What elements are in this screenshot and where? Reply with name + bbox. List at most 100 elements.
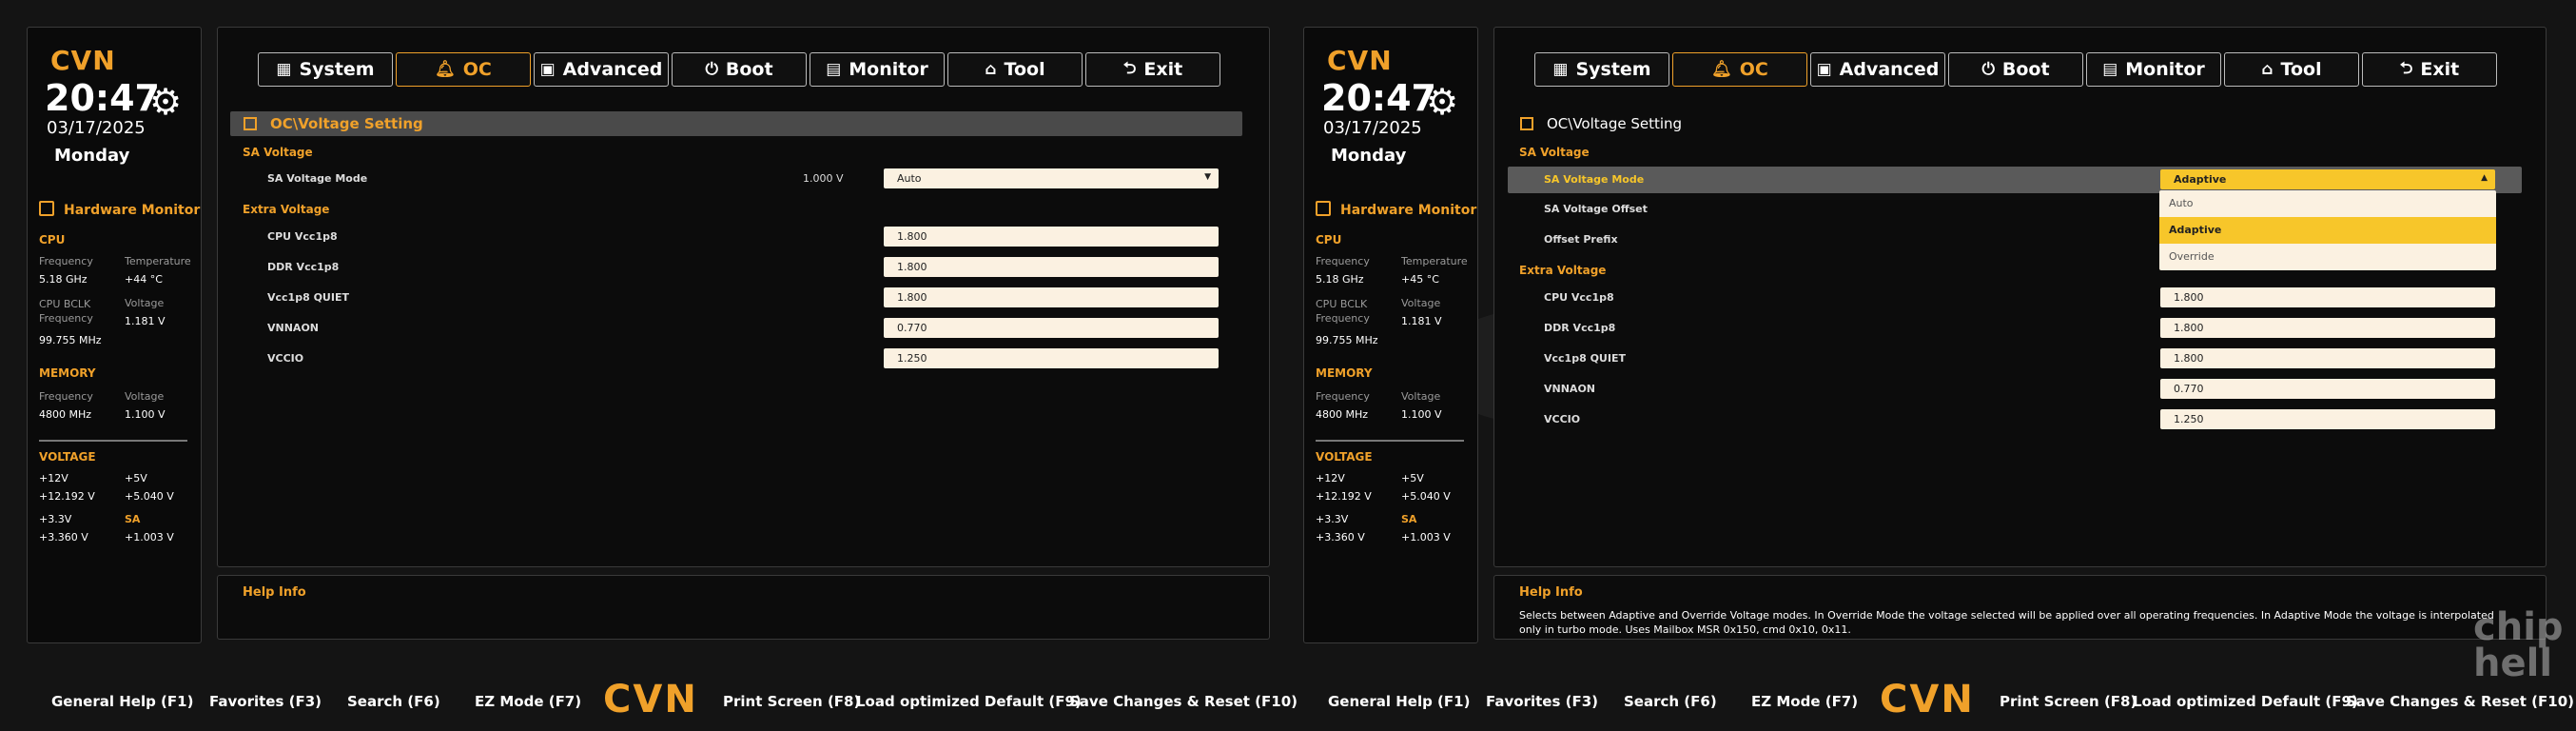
print-screen-button[interactable]: Print Screen (F8) bbox=[723, 693, 860, 710]
sa-value: +1.003 V bbox=[1401, 531, 1451, 543]
sa-voltage-group: SA Voltage bbox=[243, 146, 313, 159]
vnnaon-label: VNNAON bbox=[267, 322, 319, 334]
dropdown-option-override[interactable]: Override bbox=[2159, 244, 2496, 270]
clock-date: 03/17/2025 bbox=[1323, 118, 1422, 138]
v33-value: +3.360 V bbox=[39, 531, 88, 543]
cpu-vcc1p8-label: CPU Vcc1p8 bbox=[267, 230, 338, 243]
vccio-row[interactable]: VCCIO 1.250 bbox=[218, 348, 1264, 369]
vcc1p8-quiet-row[interactable]: Vcc1p8 QUIET 1.800 bbox=[1494, 348, 2541, 369]
folder-icon bbox=[244, 117, 257, 130]
vnnaon-row[interactable]: VNNAON 0.770 bbox=[1494, 379, 2541, 400]
tab-monitor[interactable]: ▤ Monitor bbox=[2086, 52, 2221, 87]
help-info-title: Help Info bbox=[243, 585, 306, 600]
gear-icon[interactable]: ⚙ bbox=[149, 81, 182, 123]
grid-icon: ▦ bbox=[276, 60, 292, 79]
monitor-icon bbox=[1316, 201, 1331, 216]
tab-oc[interactable]: 🔔︎ OC bbox=[1672, 52, 1807, 87]
sa-voltage-mode-select[interactable]: Auto ▼ bbox=[884, 168, 1219, 188]
vccio-label: VCCIO bbox=[267, 352, 304, 365]
ddr-vcc1p8-row[interactable]: DDR Vcc1p8 1.800 bbox=[218, 257, 1264, 278]
v12-label: +12V bbox=[39, 472, 68, 484]
ddr-vcc1p8-label: DDR Vcc1p8 bbox=[1544, 322, 1616, 334]
cpu-voltage-label: Voltage bbox=[1401, 297, 1441, 309]
vnnaon-field[interactable]: 0.770 bbox=[884, 318, 1219, 338]
sidebar: CVN 20:47 ⚙ 03/17/2025 Monday Hardware M… bbox=[27, 27, 202, 643]
save-reset-button[interactable]: Save Changes & Reset (F10) bbox=[2346, 693, 2574, 710]
ez-mode-button[interactable]: EZ Mode (F7) bbox=[475, 693, 581, 710]
help-info-text: Selects between Adaptive and Override Vo… bbox=[1519, 609, 2494, 636]
vcc1p8-quiet-field[interactable]: 1.800 bbox=[2160, 348, 2495, 368]
sa-voltage-mode-row[interactable]: SA Voltage Mode 1.000 V Auto ▼ bbox=[218, 168, 1264, 189]
tab-tool[interactable]: ⌂ Tool bbox=[947, 52, 1083, 87]
cpu-temperature-label: Temperature bbox=[125, 255, 191, 267]
clock-time: 20:47 bbox=[1321, 77, 1436, 119]
dropdown-option-adaptive[interactable]: Adaptive bbox=[2159, 217, 2496, 244]
sa-voltage-mode-dropdown[interactable]: Auto Adaptive Override bbox=[2159, 190, 2496, 270]
cpu-vcc1p8-row[interactable]: CPU Vcc1p8 1.800 bbox=[1494, 287, 2541, 308]
load-default-button[interactable]: Load optimized Default (F9) bbox=[856, 693, 1082, 710]
vnnaon-field[interactable]: 0.770 bbox=[2160, 379, 2495, 399]
v5-value: +5.040 V bbox=[1401, 490, 1451, 503]
general-help-button[interactable]: General Help (F1) bbox=[1328, 693, 1470, 710]
ez-mode-button[interactable]: EZ Mode (F7) bbox=[1751, 693, 1858, 710]
vcc1p8-quiet-row[interactable]: Vcc1p8 QUIET 1.800 bbox=[218, 287, 1264, 308]
gear-icon[interactable]: ⚙ bbox=[1426, 81, 1458, 123]
sidebar: CVN 20:47 ⚙ 03/17/2025 Monday Hardware M… bbox=[1303, 27, 1478, 643]
sa-voltage-mode-reading: 1.000 V bbox=[803, 172, 844, 185]
save-reset-button[interactable]: Save Changes & Reset (F10) bbox=[1069, 693, 1298, 710]
cpu-frequency-label: Frequency bbox=[39, 255, 93, 267]
clock-date: 03/17/2025 bbox=[47, 118, 146, 138]
main-content: ▦ System 🔔︎ OC ▣ Advanced ⏻ Boot ▤ Monitor ⌂ T… bbox=[217, 27, 1270, 567]
cpu-vcc1p8-field[interactable]: 1.800 bbox=[2160, 287, 2495, 307]
monitor-icon: ▤ bbox=[2102, 60, 2118, 79]
sa-voltage-mode-label: SA Voltage Mode bbox=[267, 172, 368, 185]
cpu-voltage-value: 1.181 V bbox=[1401, 315, 1442, 327]
vccio-row[interactable]: VCCIO 1.250 bbox=[1494, 409, 2541, 430]
chip-icon: ▣ bbox=[1816, 60, 1832, 79]
sa-voltage-group: SA Voltage bbox=[1519, 146, 1590, 159]
ddr-vcc1p8-field[interactable]: 1.800 bbox=[2160, 318, 2495, 338]
vccio-field[interactable]: 1.250 bbox=[884, 348, 1219, 368]
cpu-frequency-value: 5.18 GHz bbox=[1316, 273, 1364, 286]
ddr-vcc1p8-row[interactable]: DDR Vcc1p8 1.800 bbox=[1494, 318, 2541, 339]
favorites-button[interactable]: Favorites (F3) bbox=[209, 693, 322, 710]
favorites-button[interactable]: Favorites (F3) bbox=[1486, 693, 1598, 710]
divider bbox=[1316, 440, 1464, 442]
search-button[interactable]: Search (F6) bbox=[347, 693, 440, 710]
tab-boot[interactable]: ⏻ Boot bbox=[672, 52, 807, 87]
sa-voltage-mode-select[interactable]: Adaptive ▲ bbox=[2160, 169, 2495, 189]
tab-advanced[interactable]: ▣ Advanced bbox=[1810, 52, 1945, 87]
load-default-button[interactable]: Load optimized Default (F9) bbox=[2133, 693, 2358, 710]
tab-advanced[interactable]: ▣ Advanced bbox=[534, 52, 669, 87]
bell-icon: 🔔︎ bbox=[435, 60, 456, 79]
dropdown-option-auto[interactable]: Auto bbox=[2159, 190, 2496, 217]
tab-system[interactable]: ▦ System bbox=[258, 52, 393, 87]
tab-tool[interactable]: ⌂ Tool bbox=[2224, 52, 2359, 87]
cpu-bclk-value: 99.755 MHz bbox=[39, 334, 102, 346]
search-button[interactable]: Search (F6) bbox=[1624, 693, 1717, 710]
memory-section-title: MEMORY bbox=[39, 366, 96, 380]
clock-time: 20:47 bbox=[45, 77, 160, 119]
tab-exit[interactable]: ⮌ Exit bbox=[2362, 52, 2497, 87]
help-info-panel: Help Info Selects between Adaptive and O… bbox=[1493, 575, 2547, 640]
sa-label: SA bbox=[1401, 513, 1417, 525]
tab-exit[interactable]: ⮌ Exit bbox=[1085, 52, 1220, 87]
chip-icon: ▣ bbox=[539, 60, 556, 79]
tab-monitor[interactable]: ▤ Monitor bbox=[810, 52, 945, 87]
ddr-vcc1p8-field[interactable]: 1.800 bbox=[884, 257, 1219, 277]
hardware-monitor-title: Hardware Monitor bbox=[1316, 201, 1476, 218]
vcc1p8-quiet-field[interactable]: 1.800 bbox=[884, 287, 1219, 307]
print-screen-button[interactable]: Print Screen (F8) bbox=[2000, 693, 2137, 710]
tab-oc[interactable]: 🔔︎ OC bbox=[396, 52, 531, 87]
cpu-vcc1p8-row[interactable]: CPU Vcc1p8 1.800 bbox=[218, 227, 1264, 247]
cpu-vcc1p8-field[interactable]: 1.800 bbox=[884, 227, 1219, 247]
bell-icon: 🔔︎ bbox=[1711, 60, 1732, 79]
exit-arrow-icon: ⮌ bbox=[1122, 58, 1137, 78]
vccio-field[interactable]: 1.250 bbox=[2160, 409, 2495, 429]
tab-boot[interactable]: ⏻ Boot bbox=[1948, 52, 2083, 87]
vnnaon-row[interactable]: VNNAON 0.770 bbox=[218, 318, 1264, 339]
main-content: ▦ System 🔔︎ OC ▣ Advanced ⏻ Boot ▤ Monitor ⌂ T… bbox=[1493, 27, 2547, 567]
vnnaon-label: VNNAON bbox=[1544, 383, 1595, 395]
general-help-button[interactable]: General Help (F1) bbox=[51, 693, 193, 710]
tab-system[interactable]: ▦ System bbox=[1534, 52, 1669, 87]
